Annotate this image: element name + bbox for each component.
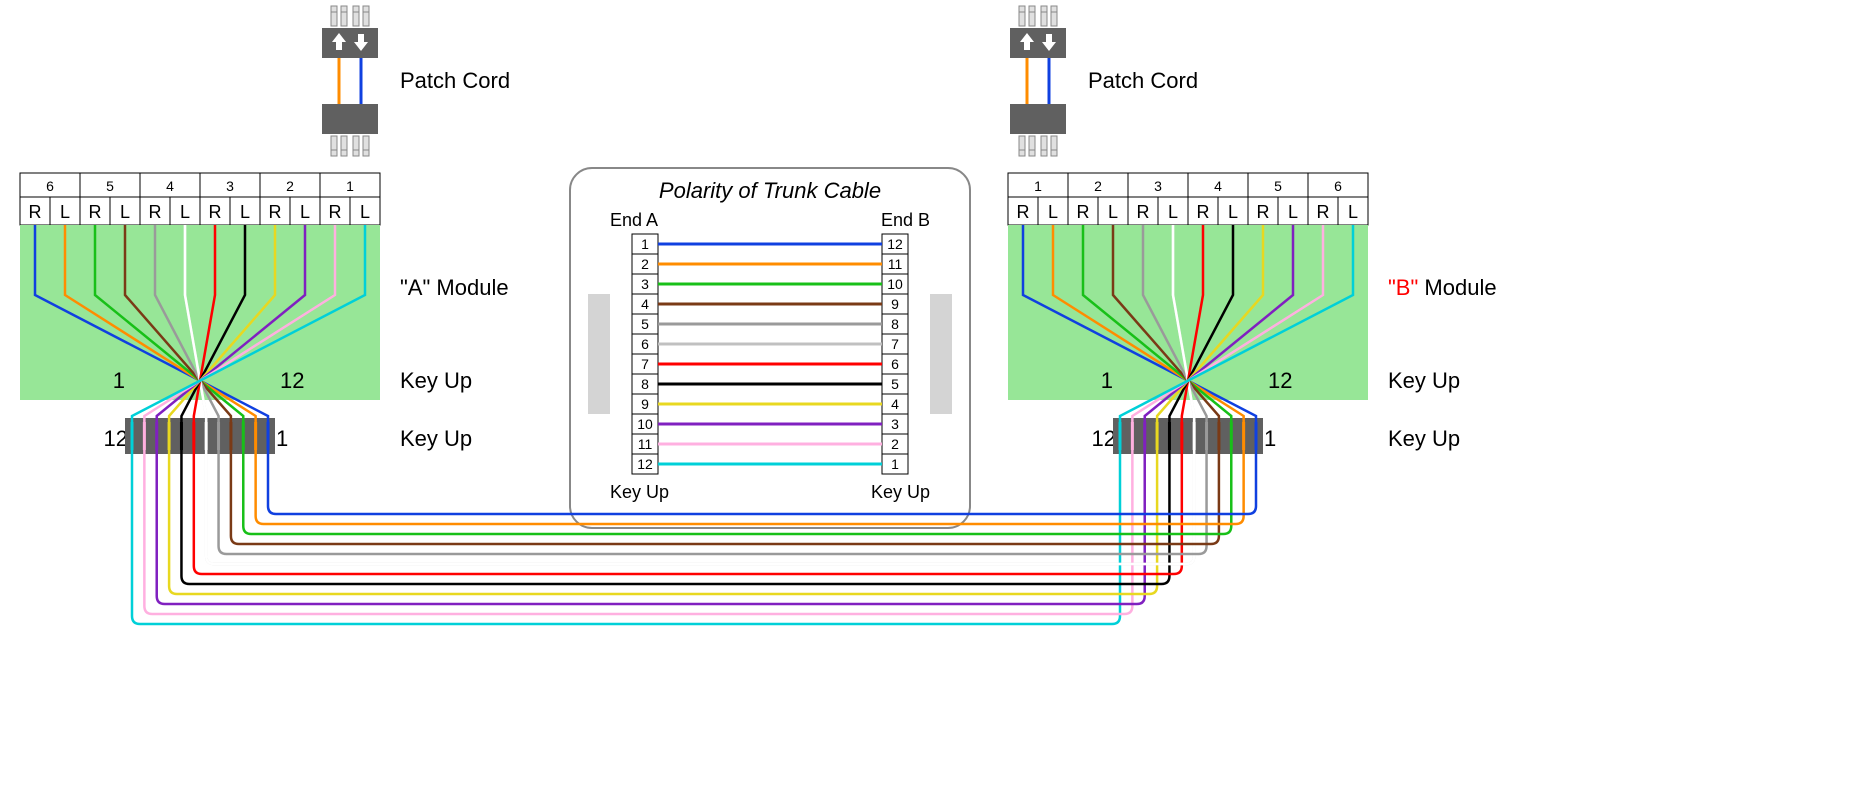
- svg-text:12: 12: [887, 236, 903, 252]
- svg-text:4: 4: [641, 296, 649, 312]
- svg-text:L: L: [360, 202, 370, 222]
- svg-text:6: 6: [1334, 178, 1342, 194]
- svg-text:R: R: [209, 202, 222, 222]
- svg-text:"B" Module: "B" Module: [1388, 275, 1497, 300]
- svg-text:R: R: [1257, 202, 1270, 222]
- svg-text:7: 7: [891, 336, 899, 352]
- svg-text:Key Up: Key Up: [400, 368, 472, 393]
- svg-text:1: 1: [1101, 368, 1113, 393]
- svg-text:5: 5: [106, 178, 114, 194]
- svg-text:L: L: [180, 202, 190, 222]
- svg-text:11: 11: [888, 256, 903, 272]
- svg-text:R: R: [1317, 202, 1330, 222]
- svg-text:11: 11: [638, 436, 653, 452]
- svg-text:1: 1: [891, 456, 899, 472]
- svg-text:Patch Cord: Patch Cord: [400, 68, 510, 93]
- svg-text:3: 3: [226, 178, 234, 194]
- svg-text:L: L: [1168, 202, 1178, 222]
- svg-text:1: 1: [346, 178, 354, 194]
- svg-text:Key Up: Key Up: [871, 482, 930, 502]
- svg-text:Polarity of Trunk Cable: Polarity of Trunk Cable: [659, 178, 881, 203]
- svg-text:L: L: [240, 202, 250, 222]
- svg-text:L: L: [1108, 202, 1118, 222]
- svg-text:7: 7: [641, 356, 649, 372]
- svg-text:3: 3: [891, 416, 899, 432]
- fiber-polarity-diagram: 654321RLRLRLRLRLRL"A" Module112Key Up121…: [0, 0, 1854, 799]
- svg-text:R: R: [1137, 202, 1150, 222]
- svg-text:12: 12: [104, 426, 128, 451]
- svg-text:Key Up: Key Up: [610, 482, 669, 502]
- svg-text:R: R: [89, 202, 102, 222]
- svg-text:R: R: [269, 202, 282, 222]
- svg-text:Key Up: Key Up: [1388, 426, 1460, 451]
- svg-text:2: 2: [641, 256, 649, 272]
- svg-text:12: 12: [280, 368, 304, 393]
- svg-text:L: L: [1228, 202, 1238, 222]
- svg-text:2: 2: [286, 178, 294, 194]
- svg-text:R: R: [1017, 202, 1030, 222]
- svg-text:1: 1: [276, 426, 288, 451]
- svg-text:2: 2: [1094, 178, 1102, 194]
- svg-text:1: 1: [641, 236, 649, 252]
- svg-text:"A" Module: "A" Module: [400, 275, 509, 300]
- svg-text:9: 9: [641, 396, 649, 412]
- svg-text:10: 10: [887, 276, 903, 292]
- svg-text:9: 9: [891, 296, 899, 312]
- svg-text:L: L: [1288, 202, 1298, 222]
- svg-text:1: 1: [1264, 426, 1276, 451]
- svg-text:L: L: [300, 202, 310, 222]
- svg-text:L: L: [120, 202, 130, 222]
- svg-text:End B: End B: [881, 210, 930, 230]
- svg-text:4: 4: [891, 396, 899, 412]
- svg-text:6: 6: [46, 178, 54, 194]
- svg-text:5: 5: [1274, 178, 1282, 194]
- svg-text:5: 5: [641, 316, 649, 332]
- svg-text:L: L: [1048, 202, 1058, 222]
- svg-text:L: L: [1348, 202, 1358, 222]
- svg-text:Patch Cord: Patch Cord: [1088, 68, 1198, 93]
- svg-text:R: R: [1077, 202, 1090, 222]
- svg-text:6: 6: [641, 336, 649, 352]
- svg-text:2: 2: [891, 436, 899, 452]
- svg-text:3: 3: [1154, 178, 1162, 194]
- svg-text:R: R: [1197, 202, 1210, 222]
- svg-text:End A: End A: [610, 210, 658, 230]
- svg-text:4: 4: [1214, 178, 1222, 194]
- svg-text:Key Up: Key Up: [400, 426, 472, 451]
- svg-text:5: 5: [891, 376, 899, 392]
- svg-text:6: 6: [891, 356, 899, 372]
- svg-text:R: R: [29, 202, 42, 222]
- svg-text:12: 12: [1268, 368, 1292, 393]
- svg-text:R: R: [149, 202, 162, 222]
- svg-text:1: 1: [1034, 178, 1042, 194]
- svg-text:4: 4: [166, 178, 174, 194]
- svg-text:8: 8: [641, 376, 649, 392]
- svg-text:L: L: [60, 202, 70, 222]
- svg-text:10: 10: [637, 416, 653, 432]
- svg-text:3: 3: [641, 276, 649, 292]
- svg-text:12: 12: [637, 456, 653, 472]
- svg-text:12: 12: [1092, 426, 1116, 451]
- svg-text:1: 1: [113, 368, 125, 393]
- svg-text:Key Up: Key Up: [1388, 368, 1460, 393]
- svg-text:8: 8: [891, 316, 899, 332]
- svg-text:R: R: [329, 202, 342, 222]
